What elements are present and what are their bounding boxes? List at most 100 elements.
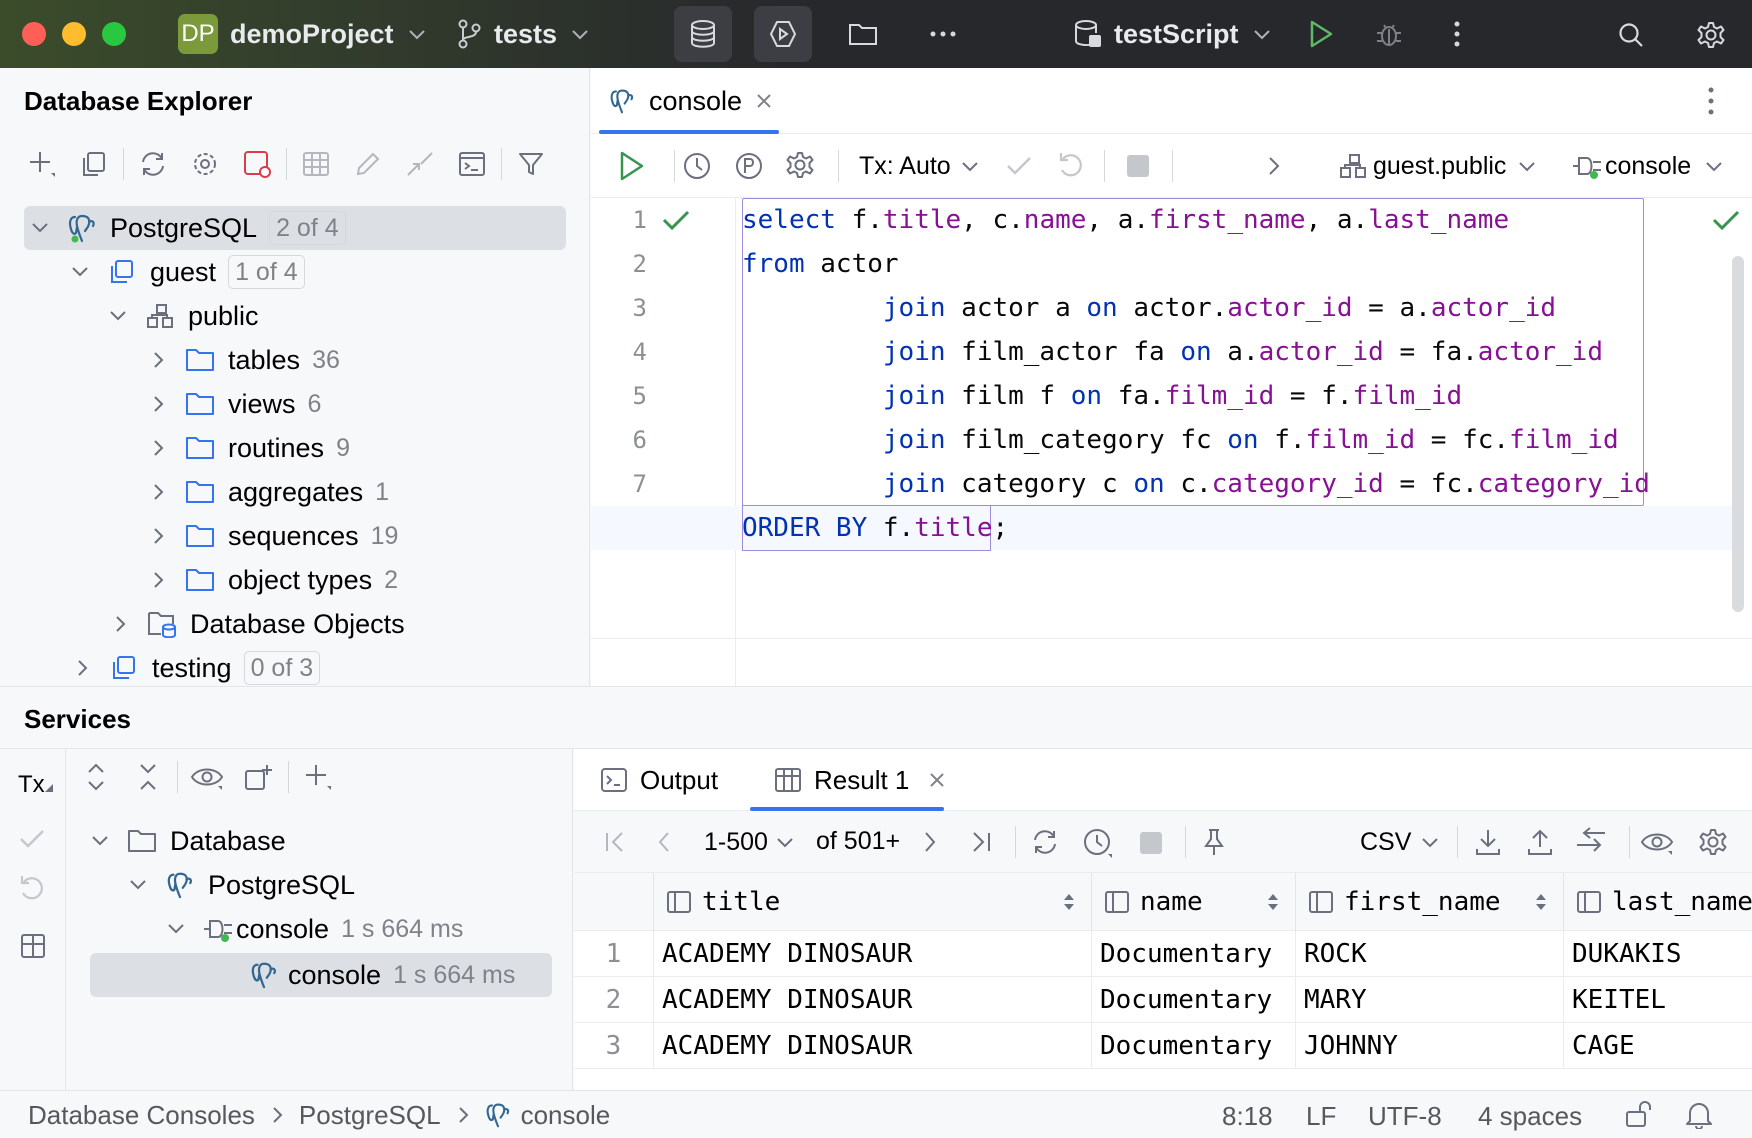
table-cell[interactable]: ACADEMY DINOSAUR — [654, 1023, 1092, 1069]
vcs-branch-widget[interactable]: tests — [456, 14, 589, 54]
breadcrumb-item[interactable]: Database Consoles — [28, 1100, 255, 1131]
chevron-right-icon[interactable] — [146, 480, 170, 504]
edit-icon[interactable] — [342, 142, 394, 186]
session-selector[interactable]: console — [1571, 148, 1723, 184]
collapse-all-icon[interactable] — [122, 755, 174, 799]
chevron-down-icon[interactable] — [28, 216, 52, 240]
close-window-button[interactable] — [22, 22, 46, 46]
layout-icon[interactable] — [20, 933, 46, 959]
zoom-window-button[interactable] — [102, 22, 126, 46]
tab-result[interactable]: Result 1 — [774, 749, 945, 811]
close-tab-icon[interactable] — [929, 772, 945, 788]
table-cell[interactable]: KEITEL — [1564, 977, 1752, 1023]
stop-icon[interactable] — [1138, 830, 1164, 856]
history-clock-icon[interactable] — [1082, 827, 1114, 859]
close-tab-icon[interactable] — [756, 93, 772, 109]
sort-icon[interactable] — [1063, 892, 1075, 912]
show-eye-icon[interactable] — [181, 755, 233, 799]
grid-settings-gear-icon[interactable] — [1698, 827, 1728, 857]
project-widget[interactable]: DP demoProject — [178, 14, 426, 54]
console-settings-gear-icon[interactable] — [785, 150, 815, 180]
breadcrumb-item[interactable]: console — [521, 1100, 611, 1131]
first-page-icon[interactable] — [604, 830, 626, 854]
service-item-postgres[interactable]: PostgreSQL — [66, 863, 355, 907]
folder-icon[interactable] — [846, 18, 880, 50]
code-line[interactable]: join actor a on actor.actor_id = a.actor… — [742, 286, 1556, 330]
chevron-down-icon[interactable] — [164, 917, 188, 941]
code-line[interactable]: join film_actor fa on a.actor_id = fa.ac… — [742, 330, 1603, 374]
upload-icon[interactable] — [1526, 827, 1554, 857]
reload-icon[interactable] — [1030, 827, 1060, 857]
chevron-down-icon[interactable] — [88, 829, 112, 853]
debug-icon[interactable] — [1372, 16, 1406, 52]
chevron-right-icon[interactable] — [146, 568, 170, 592]
table-cell[interactable]: CAGE — [1564, 1023, 1752, 1069]
execute-icon[interactable] — [619, 150, 645, 182]
line-ending[interactable]: LF — [1306, 1101, 1336, 1132]
table-cell[interactable]: Documentary — [1092, 977, 1296, 1023]
console-icon[interactable] — [446, 142, 498, 186]
breadcrumb-item[interactable]: PostgreSQL — [299, 1100, 441, 1131]
sort-icon[interactable] — [1267, 892, 1279, 912]
history-clock-icon[interactable] — [681, 150, 713, 182]
code-line[interactable]: join film f on fa.film_id = f.film_id — [742, 374, 1462, 418]
tx-toggle[interactable]: Tx — [18, 771, 53, 799]
minimize-window-button[interactable] — [62, 22, 86, 46]
service-item-console-session[interactable]: console 1 s 664 ms — [66, 907, 463, 951]
search-icon[interactable] — [1614, 18, 1648, 52]
tree-item-views[interactable]: views 6 — [0, 382, 321, 426]
rollback-icon[interactable] — [18, 873, 46, 903]
view-eye-icon[interactable] — [1640, 829, 1674, 855]
database-tool-button[interactable] — [674, 6, 732, 62]
table-cell[interactable]: Documentary — [1092, 931, 1296, 977]
code-line[interactable]: select f.title, c.name, a.first_name, a.… — [742, 198, 1509, 242]
chevron-down-icon[interactable] — [106, 304, 130, 328]
tree-item-guest[interactable]: guest 1 of 4 — [0, 250, 305, 294]
settings-gear-icon[interactable] — [1694, 18, 1728, 52]
compare-icon[interactable] — [1574, 827, 1608, 857]
new-group-icon[interactable] — [233, 755, 285, 799]
caret-position[interactable]: 8:18 — [1222, 1101, 1273, 1132]
chevron-right-icon[interactable] — [146, 348, 170, 372]
tree-item-object-types[interactable]: object types 2 — [0, 558, 398, 602]
chevron-down-icon[interactable] — [126, 873, 150, 897]
tree-item-aggregates[interactable]: aggregates 1 — [0, 470, 389, 514]
tree-item-tables[interactable]: tables 36 — [0, 338, 340, 382]
chevron-right-icon[interactable] — [146, 436, 170, 460]
table-cell[interactable]: MARY — [1296, 977, 1564, 1023]
code-line[interactable]: join film_category fc on f.film_id = fc.… — [742, 418, 1619, 462]
tab-console[interactable]: console — [601, 68, 780, 134]
download-icon[interactable] — [1474, 827, 1502, 857]
services-tool-button[interactable] — [754, 6, 812, 62]
editor-scrollbar[interactable] — [1732, 256, 1744, 612]
more-vertical-icon[interactable] — [1707, 86, 1715, 116]
tree-item-database-objects[interactable]: Database Objects — [0, 602, 405, 646]
chevron-right-icon[interactable] — [108, 612, 132, 636]
tree-item-sequences[interactable]: sequences 19 — [0, 514, 398, 558]
chevron-right-icon[interactable] — [146, 524, 170, 548]
table-cell[interactable]: Documentary — [1092, 1023, 1296, 1069]
column-header-title[interactable]: title — [654, 873, 1092, 931]
code-line[interactable]: ORDER BY f.title; — [742, 506, 1008, 550]
table-icon[interactable] — [290, 142, 342, 186]
schema-selector[interactable]: guest.public — [1339, 148, 1536, 184]
code-line[interactable]: from actor — [742, 242, 899, 286]
column-header-name[interactable]: name — [1092, 873, 1296, 931]
sort-icon[interactable] — [1535, 892, 1547, 912]
tx-mode-dropdown[interactable]: Tx: Auto — [859, 148, 979, 184]
service-item-console[interactable]: console 1 s 664 ms — [66, 953, 515, 997]
table-cell[interactable]: ROCK — [1296, 931, 1564, 977]
previous-page-icon[interactable] — [656, 830, 672, 854]
tree-item-public[interactable]: public — [0, 294, 259, 338]
data-source-properties-icon[interactable] — [179, 142, 231, 186]
jump-to-source-icon[interactable] — [394, 142, 446, 186]
tree-item-routines[interactable]: routines 9 — [0, 426, 350, 470]
add-icon[interactable] — [16, 142, 68, 186]
run-icon[interactable] — [1304, 16, 1338, 52]
page-size-dropdown[interactable]: 1-500 — [704, 825, 794, 859]
chevron-right-icon[interactable] — [1267, 155, 1281, 177]
disconnect-icon[interactable] — [231, 142, 283, 186]
file-encoding[interactable]: UTF-8 — [1368, 1101, 1442, 1132]
explain-plan-icon[interactable] — [733, 150, 765, 182]
more-vertical-icon[interactable] — [1442, 16, 1472, 52]
